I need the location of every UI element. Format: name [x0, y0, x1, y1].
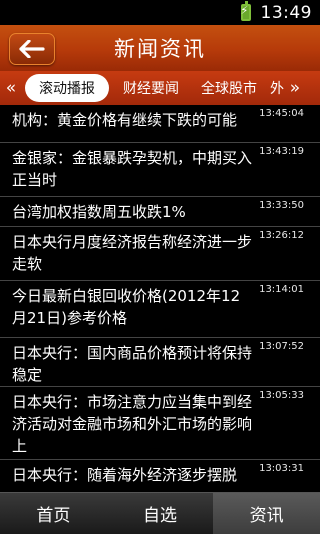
news-time: 13:26:12 — [259, 230, 304, 241]
nav-news[interactable]: 资讯 — [213, 493, 320, 534]
list-item[interactable]: 日本央行：市场注意力应当集中到经济活动对金融市场和外汇市场的影响上 13:05:… — [0, 387, 320, 460]
news-time: 13:33:50 — [259, 200, 304, 211]
tab-finance-headlines[interactable]: 财经要闻 — [112, 78, 190, 98]
scroll-left-icon[interactable]: « — [0, 78, 22, 98]
status-bar: 13:49 — [0, 0, 320, 25]
list-item[interactable]: 今日最新白银回收价格(2012年12月21日)参考价格 13:14:01 — [0, 281, 320, 338]
news-title: 日本央行：市场注意力应当集中到经济活动对金融市场和外汇市场的影响上 — [12, 393, 253, 455]
list-item[interactable]: 金银家：金银暴跌孕契机，中期买入正当时 13:43:19 — [0, 143, 320, 197]
battery-icon — [240, 1, 251, 21]
list-item[interactable]: 日本央行：国内商品价格预计将保持稳定 13:07:52 — [0, 338, 320, 387]
category-tabs: « 滚动播报 财经要闻 全球股市 外 » — [0, 71, 320, 105]
news-title: 金银家：金银暴跌孕契机，中期买入正当时 — [12, 149, 253, 189]
news-list: 机构：黄金价格有继续下跌的可能 13:45:04 金银家：金银暴跌孕契机，中期买… — [0, 105, 320, 490]
list-item[interactable]: 台湾加权指数周五收跌1% 13:33:50 — [0, 197, 320, 227]
nav-watchlist[interactable]: 自选 — [107, 493, 214, 534]
news-title: 日本央行：国内商品价格预计将保持稳定 — [12, 344, 253, 384]
news-title: 日本央行月度经济报告称经济进一步走软 — [12, 233, 253, 273]
list-item[interactable]: 日本央行：随着海外经济逐步摆脱 13:03:31 — [0, 460, 320, 490]
news-title: 今日最新白银回收价格(2012年12月21日)参考价格 — [12, 287, 241, 327]
tab-forex[interactable]: 外 — [268, 78, 284, 98]
title-bar: 新闻资讯 — [0, 25, 320, 71]
news-time: 13:07:52 — [259, 341, 304, 352]
news-time: 13:03:31 — [259, 463, 304, 474]
news-title: 台湾加权指数周五收跌1% — [12, 203, 186, 221]
news-title: 日本央行：随着海外经济逐步摆脱 — [12, 466, 238, 484]
news-time: 13:14:01 — [259, 284, 304, 295]
status-time: 13:49 — [260, 2, 312, 23]
arrow-left-icon — [19, 40, 45, 58]
list-item[interactable]: 日本央行月度经济报告称经济进一步走软 13:26:12 — [0, 227, 320, 281]
nav-home[interactable]: 首页 — [0, 493, 107, 534]
bottom-nav: 首页 自选 资讯 — [0, 492, 320, 534]
tab-scrolling-news[interactable]: 滚动播报 — [25, 74, 109, 102]
scroll-right-icon[interactable]: » — [284, 78, 306, 98]
news-title: 机构：黄金价格有继续下跌的可能 — [12, 111, 238, 129]
page-title: 新闻资讯 — [114, 37, 206, 61]
news-time: 13:05:33 — [259, 390, 304, 401]
news-time: 13:43:19 — [259, 146, 304, 157]
tab-global-stocks[interactable]: 全球股市 — [190, 78, 268, 98]
news-time: 13:45:04 — [259, 108, 304, 119]
list-item[interactable]: 机构：黄金价格有继续下跌的可能 13:45:04 — [0, 105, 320, 143]
back-button[interactable] — [9, 33, 55, 65]
